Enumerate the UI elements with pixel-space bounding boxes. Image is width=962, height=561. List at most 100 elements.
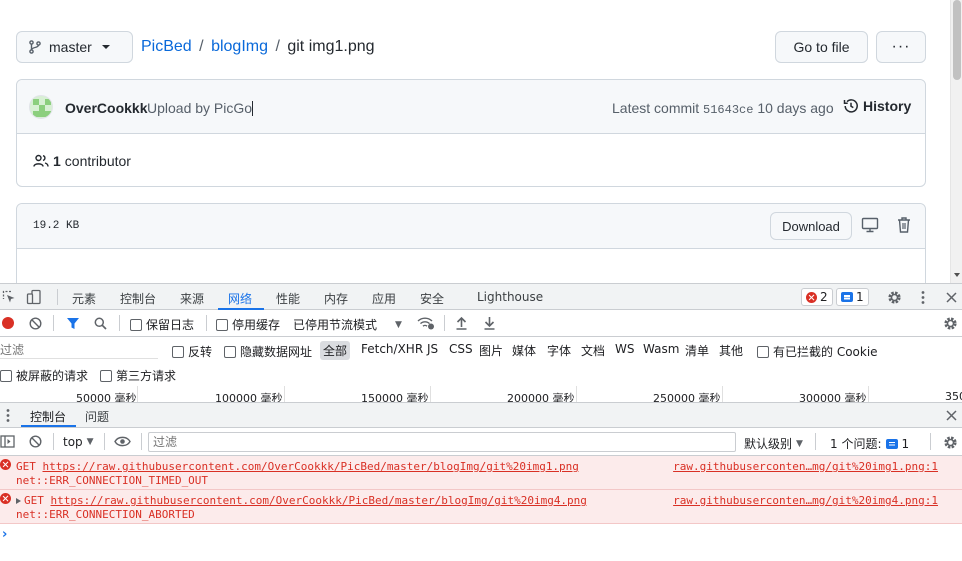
- commit-sha-link[interactable]: 51643ce: [703, 103, 753, 117]
- breadcrumb-repo-link[interactable]: PicBed: [141, 38, 192, 55]
- blocked-requests-checkbox[interactable]: 被屏蔽的请求: [0, 367, 88, 384]
- commit-message[interactable]: Upload by PicGo: [147, 100, 254, 116]
- tab-application[interactable]: 应用: [372, 290, 396, 307]
- tab-lighthouse[interactable]: Lighthouse: [477, 290, 543, 304]
- filter-type-media[interactable]: 媒体: [509, 341, 539, 360]
- breadcrumb-folder-link[interactable]: blogImg: [211, 38, 268, 55]
- contributors-link[interactable]: 1 contributor: [33, 153, 131, 169]
- throttling-select[interactable]: 已停用节流模式 ▼: [293, 316, 402, 333]
- network-filter-input[interactable]: [0, 341, 158, 359]
- scrollbar-thumb[interactable]: [953, 0, 961, 80]
- download-button[interactable]: Download: [770, 212, 852, 240]
- device-toolbar-icon[interactable]: [26, 289, 42, 305]
- latest-commit-info: Latest commit 51643ce 10 days ago: [612, 100, 834, 117]
- more-options-button[interactable]: ···: [876, 31, 926, 63]
- tab-performance[interactable]: 性能: [276, 290, 300, 307]
- history-link[interactable]: History: [843, 98, 911, 114]
- devtools-panel: 元素 控制台 来源 网络 性能 内存 应用 安全 Lighthouse 2 1: [0, 283, 962, 561]
- console-filter-input[interactable]: [148, 432, 736, 452]
- filter-type-other[interactable]: 其他: [716, 341, 746, 360]
- console-error-code: net::ERR_CONNECTION_TIMED_OUT: [16, 474, 209, 487]
- message-icon: [885, 438, 898, 449]
- console-toolbar: top▼ 默认级别▼ 1 个问题: 1: [0, 428, 962, 456]
- tab-memory[interactable]: 内存: [324, 290, 348, 307]
- request-url-link[interactable]: https://raw.githubusercontent.com/OverCo…: [51, 494, 587, 507]
- third-party-checkbox[interactable]: 第三方请求: [100, 367, 176, 384]
- sidebar-toggle-icon[interactable]: [0, 435, 15, 448]
- close-icon[interactable]: [946, 292, 957, 303]
- hide-data-urls-checkbox[interactable]: 隐藏数据网址: [224, 343, 312, 360]
- log-levels-select[interactable]: 默认级别 ▼: [744, 435, 803, 452]
- history-icon: [843, 99, 858, 113]
- console-error-row[interactable]: GET https://raw.githubusercontent.com/Ov…: [0, 490, 962, 524]
- expand-triangle-icon[interactable]: [16, 498, 21, 504]
- network-settings-gear-icon[interactable]: [943, 316, 958, 331]
- error-count-badge[interactable]: 2: [801, 288, 833, 306]
- drawer-tab-bar: 控制台 问题: [0, 403, 962, 428]
- console-settings-gear-icon[interactable]: [943, 435, 958, 450]
- filter-icon[interactable]: [66, 317, 80, 330]
- branch-select-button[interactable]: master: [16, 31, 133, 63]
- tab-security[interactable]: 安全: [420, 290, 444, 307]
- more-vertical-icon[interactable]: [5, 408, 11, 423]
- timeline-tick: 150000 毫秒: [361, 392, 429, 403]
- invert-checkbox[interactable]: 反转: [172, 343, 212, 360]
- scroll-down-arrow-icon[interactable]: [954, 273, 960, 277]
- console-prompt[interactable]: ›: [2, 527, 7, 542]
- close-icon[interactable]: [946, 410, 957, 421]
- filter-type-fetch-xhr[interactable]: Fetch/XHR: [358, 341, 426, 357]
- timeline-tick: 300000 毫秒: [799, 392, 867, 403]
- avatar[interactable]: [29, 95, 53, 119]
- filter-type-js[interactable]: JS: [424, 341, 441, 357]
- search-icon[interactable]: [94, 317, 107, 330]
- page-scrollbar[interactable]: [950, 0, 962, 283]
- trash-icon[interactable]: [896, 216, 912, 234]
- clear-console-icon[interactable]: [29, 435, 42, 448]
- source-link[interactable]: raw.githubuserconten…mg/git%20img1.png:1: [673, 460, 938, 473]
- filter-type-img[interactable]: 图片: [476, 341, 506, 360]
- upload-icon[interactable]: [455, 316, 468, 330]
- blocked-cookies-checkbox[interactable]: 有已拦截的 Cookie: [757, 343, 878, 360]
- network-filter-bar: 反转 隐藏数据网址 全部 Fetch/XHR JS CSS 图片 媒体 字体 文…: [0, 337, 962, 363]
- preserve-log-checkbox[interactable]: 保留日志: [130, 316, 194, 333]
- request-url-link[interactable]: https://raw.githubusercontent.com/OverCo…: [43, 460, 579, 473]
- drawer-tab-issues[interactable]: 问题: [85, 408, 109, 425]
- screen: master PicBed / blogImg / git img1.png G…: [0, 0, 962, 561]
- filter-type-all[interactable]: 全部: [320, 341, 351, 360]
- disable-cache-checkbox[interactable]: 停用缓存: [216, 316, 280, 333]
- filter-type-css[interactable]: CSS: [446, 341, 476, 357]
- console-error-row[interactable]: GET https://raw.githubusercontent.com/Ov…: [0, 456, 962, 490]
- desktop-icon[interactable]: [861, 217, 879, 233]
- filter-type-manifest[interactable]: 清单: [682, 341, 712, 360]
- timeline-tick: 50000 毫秒: [76, 392, 137, 403]
- tab-sources[interactable]: 来源: [180, 290, 204, 307]
- eye-icon[interactable]: [114, 436, 131, 447]
- gear-icon[interactable]: [887, 290, 902, 305]
- inspect-element-icon[interactable]: [2, 290, 16, 304]
- error-icon: [0, 459, 11, 470]
- tab-console[interactable]: 控制台: [120, 290, 156, 307]
- clear-icon[interactable]: [29, 317, 42, 330]
- network-conditions-icon[interactable]: [417, 316, 435, 330]
- source-link[interactable]: raw.githubuserconten…mg/git%20img4.png:1: [673, 494, 938, 507]
- message-icon: [841, 292, 853, 302]
- message-count-badge[interactable]: 1: [836, 288, 869, 306]
- issues-counter-button[interactable]: 1 个问题: 1: [830, 435, 909, 452]
- tab-network[interactable]: 网络: [228, 290, 252, 307]
- network-timeline-overview[interactable]: 50000 毫秒 100000 毫秒 150000 毫秒 200000 毫秒 2…: [0, 386, 962, 403]
- more-vertical-icon[interactable]: [920, 290, 926, 305]
- go-to-file-button[interactable]: Go to file: [775, 31, 868, 63]
- commit-author-link[interactable]: OverCookkk: [65, 100, 147, 116]
- record-icon[interactable]: [2, 317, 14, 329]
- filter-type-font[interactable]: 字体: [544, 341, 574, 360]
- filter-type-wasm[interactable]: Wasm: [640, 341, 682, 357]
- context-select[interactable]: top ▼: [63, 435, 94, 449]
- file-size: 19.2 KB: [33, 220, 80, 232]
- timeline-tick: 200000 毫秒: [507, 392, 575, 403]
- filter-type-doc[interactable]: 文档: [578, 341, 608, 360]
- drawer-tab-console[interactable]: 控制台: [30, 408, 66, 425]
- download-icon[interactable]: [483, 316, 496, 330]
- filter-type-ws[interactable]: WS: [612, 341, 637, 357]
- breadcrumb-file: git img1.png: [287, 38, 375, 55]
- tab-elements[interactable]: 元素: [72, 290, 96, 307]
